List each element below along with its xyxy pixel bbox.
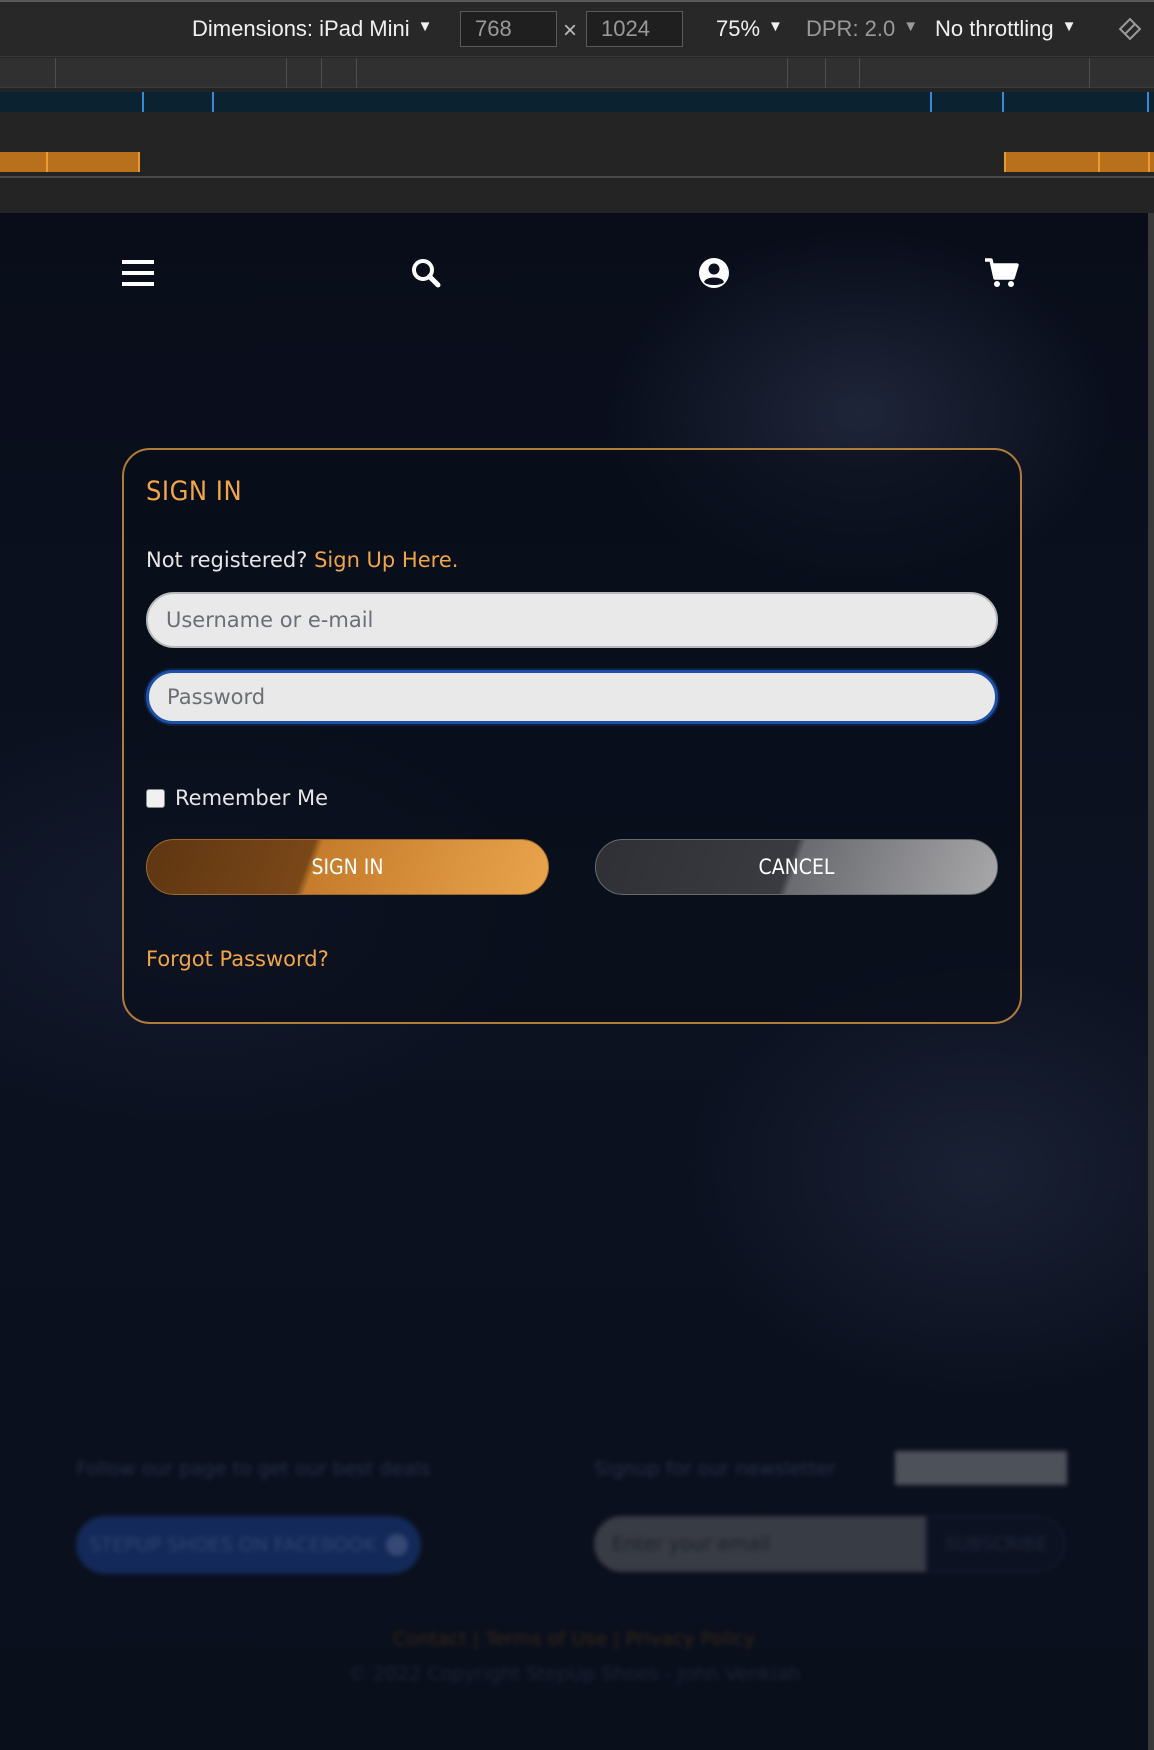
rotate-icon[interactable]: [1117, 16, 1143, 42]
chevron-down-icon: ▼: [1061, 17, 1077, 35]
viewport-height-input[interactable]: [586, 11, 683, 47]
remember-label: Remember Me: [175, 786, 328, 810]
viewport-width-input[interactable]: [460, 11, 557, 47]
user-icon[interactable]: [694, 253, 734, 293]
divider: [0, 176, 1154, 178]
throttling-label: No throttling: [935, 16, 1054, 41]
signin-button[interactable]: SIGN IN: [146, 839, 549, 895]
media-query-bar-min-width[interactable]: [0, 148, 1154, 174]
copyright: © 2022 Copyright StepUp Shoes - John Ven…: [347, 1663, 801, 1685]
times-symbol: ×: [563, 17, 578, 44]
signup-link[interactable]: Sign Up Here: [314, 548, 452, 572]
signin-title: SIGN IN: [146, 476, 243, 507]
dpr-label: DPR: 2.0: [806, 16, 896, 41]
remember-checkbox[interactable]: [146, 788, 165, 808]
cancel-button[interactable]: CANCEL: [595, 839, 998, 895]
dimensions-dropdown[interactable]: Dimensions: iPad Mini ▼: [192, 16, 433, 42]
devtools-toolbar: Dimensions: iPad Mini ▼ × 75% ▼ DPR: 2.0…: [0, 0, 1154, 57]
remember-me[interactable]: Remember Me: [146, 786, 328, 810]
chevron-down-icon: ▼: [903, 17, 919, 35]
facebook-button-label: STEPUP SHOES ON FACEBOOK: [88, 1534, 377, 1556]
username-field[interactable]: [146, 592, 998, 648]
zoom-label: 75%: [716, 16, 761, 41]
password-field[interactable]: [146, 670, 998, 724]
page-viewport: SIGN IN Not registered? Sign Up Here. Re…: [0, 213, 1148, 1750]
dimensions-label: Dimensions: iPad Mini: [192, 16, 410, 41]
signup-dot: .: [451, 548, 459, 572]
signin-card: SIGN IN Not registered? Sign Up Here. Re…: [122, 448, 1022, 1024]
subscribe-button[interactable]: SUBSCRIBE: [926, 1516, 1066, 1572]
footer-links[interactable]: Contact | Terms of Use | Privacy Policy: [0, 1628, 1148, 1650]
facebook-icon: [386, 1534, 409, 1556]
follow-text: Follow our page to get our best deals: [76, 1458, 431, 1480]
register-prompt: Not registered? Sign Up Here.: [146, 548, 458, 572]
forgot-password-link[interactable]: Forgot Password?: [146, 947, 329, 971]
zoom-dropdown[interactable]: 75% ▼: [716, 16, 783, 42]
badge-image: [895, 1451, 1067, 1485]
footer: Follow our page to get our best deals ST…: [0, 1423, 1148, 1723]
media-query-bar-max-width[interactable]: [0, 88, 1154, 116]
dpr-dropdown[interactable]: DPR: 2.0 ▼: [806, 16, 918, 42]
viewport-edge: [1148, 213, 1154, 1750]
menu-icon[interactable]: [118, 253, 158, 293]
media-query-ruler: [0, 58, 1154, 88]
not-registered-text: Not registered?: [146, 548, 308, 572]
facebook-button[interactable]: STEPUP SHOES ON FACEBOOK: [76, 1516, 421, 1574]
throttling-dropdown[interactable]: No throttling ▼: [935, 16, 1076, 42]
search-icon[interactable]: [406, 253, 446, 293]
cart-icon[interactable]: [982, 253, 1022, 293]
newsletter-text: Signup for our newsletter: [594, 1458, 836, 1480]
chevron-down-icon: ▼: [417, 17, 433, 35]
chevron-down-icon: ▼: [768, 17, 783, 35]
newsletter-email-field[interactable]: Enter your email: [594, 1516, 926, 1572]
